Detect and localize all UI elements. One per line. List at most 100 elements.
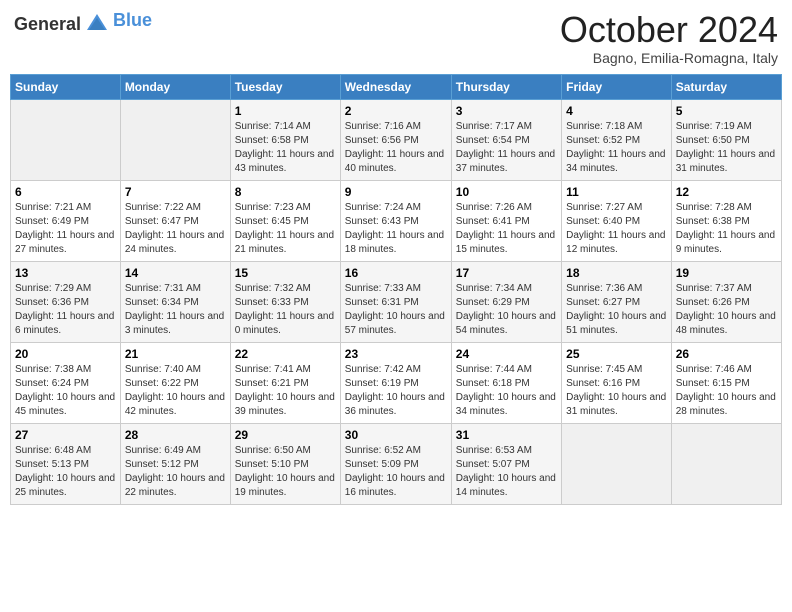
calendar-cell: 5 Sunrise: 7:19 AM Sunset: 6:50 PM Daylig… [671,99,781,180]
day-detail: Sunrise: 7:16 AM Sunset: 6:56 PM Dayligh… [345,120,447,176]
day-number: 29 [235,428,336,442]
day-detail: Sunrise: 7:45 AM Sunset: 6:16 PM Dayligh… [566,363,667,419]
day-number: 21 [125,347,226,361]
day-detail: Sunrise: 7:19 AM Sunset: 6:50 PM Dayligh… [676,120,777,176]
logo: General Blue [14,10,152,38]
day-detail: Sunrise: 7:23 AM Sunset: 6:45 PM Dayligh… [235,201,336,257]
day-number: 2 [345,104,447,118]
calendar-cell [120,99,230,180]
calendar-cell [11,99,121,180]
logo-blue-text: Blue [113,10,152,31]
day-detail: Sunrise: 7:41 AM Sunset: 6:21 PM Dayligh… [235,363,336,419]
calendar-cell: 27Sunrise: 6:48 AM Sunset: 5:13 PM Dayli… [11,423,121,504]
calendar-cell: 20 Sunrise: 7:38 AM Sunset: 6:24 PM Dayli… [11,342,121,423]
calendar-header-row: SundayMondayTuesdayWednesdayThursdayFrid… [11,74,782,99]
day-number: 12 [676,185,777,199]
calendar-cell: 15 Sunrise: 7:32 AM Sunset: 6:33 PM Dayli… [230,261,340,342]
calendar-cell: 4 Sunrise: 7:18 AM Sunset: 6:52 PM Daylig… [562,99,672,180]
day-number: 26 [676,347,777,361]
day-detail: Sunrise: 7:17 AM Sunset: 6:54 PM Dayligh… [456,120,557,176]
day-detail: Sunrise: 7:33 AM Sunset: 6:31 PM Dayligh… [345,282,447,338]
calendar-cell: 17 Sunrise: 7:34 AM Sunset: 6:29 PM Dayli… [451,261,561,342]
calendar-cell: 26 Sunrise: 7:46 AM Sunset: 6:15 PM Dayli… [671,342,781,423]
day-number: 25 [566,347,667,361]
day-number: 27 [15,428,116,442]
calendar-cell: 8Sunrise: 7:23 AM Sunset: 6:45 PM Daylig… [230,180,340,261]
day-detail: Sunrise: 6:52 AM Sunset: 5:09 PM Dayligh… [345,444,447,500]
day-number: 19 [676,266,777,280]
day-number: 24 [456,347,557,361]
day-number: 9 [345,185,447,199]
day-detail: Sunrise: 7:31 AM Sunset: 6:34 PM Dayligh… [125,282,226,338]
calendar-cell: 6Sunrise: 7:21 AM Sunset: 6:49 PM Daylig… [11,180,121,261]
day-detail: Sunrise: 7:28 AM Sunset: 6:38 PM Dayligh… [676,201,777,257]
day-number: 16 [345,266,447,280]
calendar-cell: 24 Sunrise: 7:44 AM Sunset: 6:18 PM Dayli… [451,342,561,423]
calendar-cell: 1 Sunrise: 7:14 AM Sunset: 6:58 PM Daylig… [230,99,340,180]
day-number: 14 [125,266,226,280]
day-number: 28 [125,428,226,442]
day-number: 11 [566,185,667,199]
weekday-header-thursday: Thursday [451,74,561,99]
day-number: 1 [235,104,336,118]
logo-general-text: General [14,14,81,35]
day-number: 30 [345,428,447,442]
calendar-cell: 21 Sunrise: 7:40 AM Sunset: 6:22 PM Dayli… [120,342,230,423]
calendar-cell: 25 Sunrise: 7:45 AM Sunset: 6:16 PM Dayli… [562,342,672,423]
calendar-week-2: 6Sunrise: 7:21 AM Sunset: 6:49 PM Daylig… [11,180,782,261]
day-detail: Sunrise: 7:46 AM Sunset: 6:15 PM Dayligh… [676,363,777,419]
calendar-cell: 12 Sunrise: 7:28 AM Sunset: 6:38 PM Dayli… [671,180,781,261]
location-text: Bagno, Emilia-Romagna, Italy [560,50,778,66]
day-detail: Sunrise: 7:18 AM Sunset: 6:52 PM Dayligh… [566,120,667,176]
day-number: 17 [456,266,557,280]
day-detail: Sunrise: 6:53 AM Sunset: 5:07 PM Dayligh… [456,444,557,500]
calendar-week-1: 1 Sunrise: 7:14 AM Sunset: 6:58 PM Daylig… [11,99,782,180]
day-detail: Sunrise: 7:42 AM Sunset: 6:19 PM Dayligh… [345,363,447,419]
calendar-cell: 28Sunrise: 6:49 AM Sunset: 5:12 PM Dayli… [120,423,230,504]
calendar-cell: 2 Sunrise: 7:16 AM Sunset: 6:56 PM Daylig… [340,99,451,180]
calendar-cell [562,423,672,504]
day-detail: Sunrise: 7:26 AM Sunset: 6:41 PM Dayligh… [456,201,557,257]
day-detail: Sunrise: 7:40 AM Sunset: 6:22 PM Dayligh… [125,363,226,419]
day-number: 31 [456,428,557,442]
day-detail: Sunrise: 7:14 AM Sunset: 6:58 PM Dayligh… [235,120,336,176]
calendar-cell: 7Sunrise: 7:22 AM Sunset: 6:47 PM Daylig… [120,180,230,261]
day-detail: Sunrise: 7:34 AM Sunset: 6:29 PM Dayligh… [456,282,557,338]
day-number: 15 [235,266,336,280]
day-detail: Sunrise: 7:24 AM Sunset: 6:43 PM Dayligh… [345,201,447,257]
day-detail: Sunrise: 7:44 AM Sunset: 6:18 PM Dayligh… [456,363,557,419]
calendar-week-4: 20 Sunrise: 7:38 AM Sunset: 6:24 PM Dayli… [11,342,782,423]
calendar-body: 1 Sunrise: 7:14 AM Sunset: 6:58 PM Daylig… [11,99,782,504]
weekday-header-monday: Monday [120,74,230,99]
day-number: 4 [566,104,667,118]
day-number: 5 [676,104,777,118]
calendar-cell: 31 Sunrise: 6:53 AM Sunset: 5:07 PM Dayli… [451,423,561,504]
day-number: 22 [235,347,336,361]
calendar-week-3: 13Sunrise: 7:29 AM Sunset: 6:36 PM Dayli… [11,261,782,342]
calendar-cell: 18 Sunrise: 7:36 AM Sunset: 6:27 PM Dayli… [562,261,672,342]
title-block: October 2024 Bagno, Emilia-Romagna, Ital… [560,10,778,66]
weekday-header-friday: Friday [562,74,672,99]
calendar-cell: 9 Sunrise: 7:24 AM Sunset: 6:43 PM Daylig… [340,180,451,261]
day-detail: Sunrise: 7:36 AM Sunset: 6:27 PM Dayligh… [566,282,667,338]
calendar-cell: 11Sunrise: 7:27 AM Sunset: 6:40 PM Dayli… [562,180,672,261]
day-number: 18 [566,266,667,280]
calendar-cell: 30 Sunrise: 6:52 AM Sunset: 5:09 PM Dayli… [340,423,451,504]
weekday-header-saturday: Saturday [671,74,781,99]
day-number: 13 [15,266,116,280]
calendar-cell: 19Sunrise: 7:37 AM Sunset: 6:26 PM Dayli… [671,261,781,342]
calendar-cell: 13Sunrise: 7:29 AM Sunset: 6:36 PM Dayli… [11,261,121,342]
calendar-cell: 10 Sunrise: 7:26 AM Sunset: 6:41 PM Dayli… [451,180,561,261]
calendar-week-5: 27Sunrise: 6:48 AM Sunset: 5:13 PM Dayli… [11,423,782,504]
calendar-cell: 14 Sunrise: 7:31 AM Sunset: 6:34 PM Dayli… [120,261,230,342]
day-number: 20 [15,347,116,361]
weekday-header-wednesday: Wednesday [340,74,451,99]
day-number: 3 [456,104,557,118]
day-detail: Sunrise: 7:38 AM Sunset: 6:24 PM Dayligh… [15,363,116,419]
day-detail: Sunrise: 7:21 AM Sunset: 6:49 PM Dayligh… [15,201,116,257]
calendar-cell: 23Sunrise: 7:42 AM Sunset: 6:19 PM Dayli… [340,342,451,423]
calendar-cell: 16 Sunrise: 7:33 AM Sunset: 6:31 PM Dayli… [340,261,451,342]
page-header: General Blue October 2024 Bagno, Emilia-… [10,10,782,66]
day-detail: Sunrise: 7:32 AM Sunset: 6:33 PM Dayligh… [235,282,336,338]
day-number: 10 [456,185,557,199]
